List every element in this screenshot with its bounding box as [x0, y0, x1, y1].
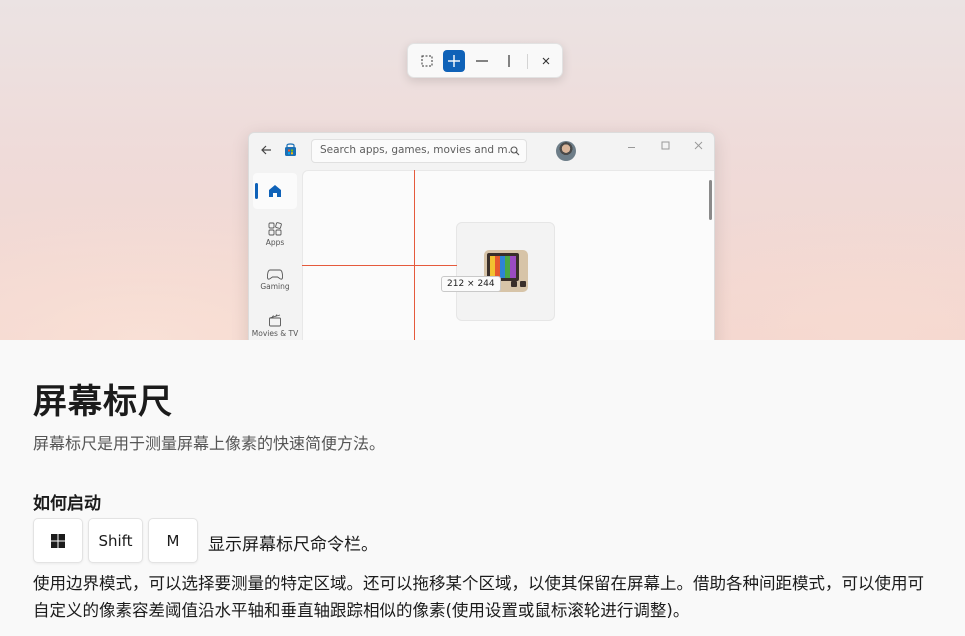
window-close-icon[interactable] [694, 141, 703, 150]
measurement-label: 212 × 244 [441, 276, 501, 292]
screen-ruler-toolbar [407, 43, 563, 78]
close-icon [542, 57, 550, 65]
nav-item-apps[interactable]: Apps [249, 222, 301, 247]
clapperboard-icon [269, 314, 281, 327]
horizontal-line-icon [476, 60, 488, 62]
nav-item-movies[interactable]: Movies & TV [249, 313, 301, 338]
measure-horizontal-line [302, 265, 457, 266]
nav-item-gaming[interactable]: Gaming [249, 268, 301, 291]
store-nav: Apps Gaming Movies & TV [249, 171, 301, 340]
back-arrow-icon[interactable] [260, 144, 272, 156]
shortcut-description: 显示屏幕标尺命令栏。 [208, 535, 378, 555]
m-key: M [148, 518, 198, 563]
spacing-mode-button[interactable] [443, 50, 465, 72]
nav-label-apps: Apps [265, 238, 285, 247]
bounds-icon [421, 55, 433, 67]
store-logo-icon [285, 143, 296, 156]
nav-label-gaming: Gaming [260, 282, 290, 291]
nav-item-home[interactable] [253, 173, 297, 209]
horizontal-spacing-button[interactable] [471, 50, 493, 72]
page-subtitle: 屏幕标尺是用于测量屏幕上像素的快速简便方法。 [33, 434, 386, 453]
nav-selected-indicator [255, 183, 258, 199]
windows-key [33, 518, 83, 563]
toolbar-separator [527, 54, 528, 69]
feature-description: 使用边界模式，可以选择要测量的特定区域。还可以拖移某个区域，以使其保留在屏幕上。… [33, 574, 924, 620]
vertical-spacing-button[interactable] [498, 50, 520, 72]
hero-image: Search apps, games, movies and m... Apps… [0, 0, 965, 340]
store-scrollbar[interactable] [709, 180, 712, 220]
bounds-mode-button[interactable] [416, 50, 438, 72]
minimize-icon[interactable] [627, 143, 636, 152]
nav-label-movies: Movies & TV [251, 329, 299, 338]
page-title: 屏幕标尺 [33, 382, 173, 422]
home-icon [269, 185, 281, 197]
crosshair-icon [448, 55, 460, 67]
vertical-line-icon [508, 55, 510, 67]
app-tile[interactable] [456, 222, 555, 321]
user-avatar[interactable] [556, 141, 576, 161]
measure-vertical-line [414, 170, 415, 340]
maximize-icon[interactable] [661, 141, 670, 150]
store-search-input[interactable]: Search apps, games, movies and m... [311, 139, 527, 163]
close-ruler-button[interactable] [535, 50, 557, 72]
gamepad-icon [266, 269, 284, 280]
apps-icon [268, 222, 282, 236]
how-to-start-heading: 如何启动 [33, 494, 101, 514]
search-icon[interactable] [510, 146, 520, 156]
shift-key: Shift [88, 518, 143, 563]
windows-logo-icon [51, 533, 65, 548]
